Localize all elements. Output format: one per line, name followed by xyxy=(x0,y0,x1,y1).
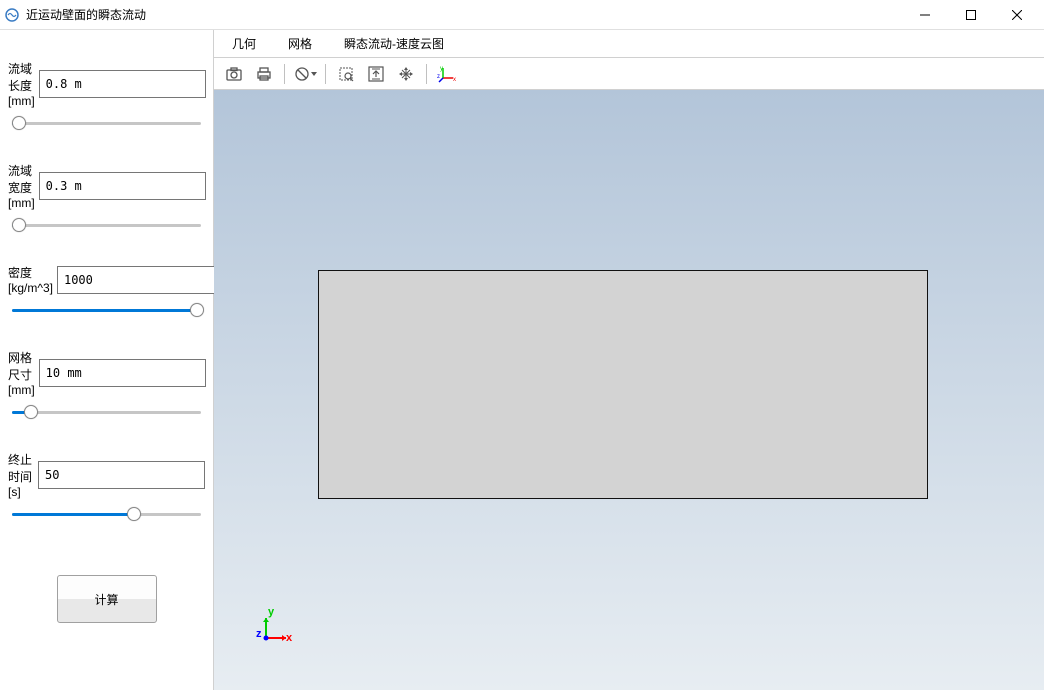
settings-dropdown-icon[interactable] xyxy=(291,61,319,87)
domain-length-slider[interactable] xyxy=(8,114,205,134)
viewport-3d[interactable]: x y z xyxy=(214,90,1044,690)
content-area: 几何 网格 瞬态流动-速度云图 xyxy=(214,30,1044,690)
param-domain-length: 流域长度[mm] xyxy=(8,60,205,108)
param-label: 终止时间[s] xyxy=(8,451,38,499)
camera-icon[interactable] xyxy=(220,61,248,87)
tab-transient-velocity[interactable]: 瞬态流动-速度云图 xyxy=(328,30,460,57)
domain-width-input[interactable] xyxy=(39,172,206,200)
axis-x-label: x xyxy=(286,632,292,644)
tab-mesh[interactable]: 网格 xyxy=(272,30,328,57)
window-controls xyxy=(902,0,1040,30)
param-label: 流域宽度[mm] xyxy=(8,162,39,210)
toolbar-separator xyxy=(325,64,326,84)
app-icon xyxy=(4,7,20,23)
density-slider[interactable] xyxy=(8,301,205,321)
end-time-input[interactable] xyxy=(38,461,205,489)
svg-text:x: x xyxy=(453,77,456,83)
svg-text:z: z xyxy=(437,74,440,80)
parameters-panel: 流域长度[mm] 流域宽度[mm] 密度[kg/m^3] 网格尺寸[m xyxy=(0,30,214,690)
param-label: 网格尺寸[mm] xyxy=(8,349,39,397)
tab-geometry[interactable]: 几何 xyxy=(216,30,272,57)
titlebar: 近运动壁面的瞬态流动 xyxy=(0,0,1044,30)
svg-text:y: y xyxy=(440,66,443,72)
domain-width-slider[interactable] xyxy=(8,216,205,236)
end-time-slider[interactable] xyxy=(8,505,205,525)
minimize-button[interactable] xyxy=(902,0,948,30)
axis-z-label: z xyxy=(256,628,262,640)
zoom-select-icon[interactable] xyxy=(332,61,360,87)
maximize-button[interactable] xyxy=(948,0,994,30)
param-mesh-size: 网格尺寸[mm] xyxy=(8,349,205,397)
density-input[interactable] xyxy=(57,266,224,294)
domain-length-input[interactable] xyxy=(39,70,206,98)
param-label: 密度[kg/m^3] xyxy=(8,264,57,295)
expand-icon[interactable] xyxy=(392,61,420,87)
mesh-size-slider[interactable] xyxy=(8,403,205,423)
mesh-size-input[interactable] xyxy=(39,359,206,387)
axis-triad: x y z xyxy=(254,610,294,650)
close-button[interactable] xyxy=(994,0,1040,30)
fit-view-icon[interactable] xyxy=(362,61,390,87)
tab-bar: 几何 网格 瞬态流动-速度云图 xyxy=(214,30,1044,58)
toolbar-separator xyxy=(284,64,285,84)
geometry-domain-rect xyxy=(318,270,928,499)
print-icon[interactable] xyxy=(250,61,278,87)
axis-y-label: y xyxy=(268,606,274,618)
param-end-time: 终止时间[s] xyxy=(8,451,205,499)
param-domain-width: 流域宽度[mm] xyxy=(8,162,205,210)
param-label: 流域长度[mm] xyxy=(8,60,39,108)
toolbar: x yz xyxy=(214,58,1044,90)
window-title: 近运动壁面的瞬态流动 xyxy=(26,6,902,23)
param-density: 密度[kg/m^3] xyxy=(8,264,205,295)
calculate-button[interactable]: 计算 xyxy=(57,575,157,623)
toolbar-separator xyxy=(426,64,427,84)
axis-orientation-icon[interactable]: x yz xyxy=(433,61,461,87)
